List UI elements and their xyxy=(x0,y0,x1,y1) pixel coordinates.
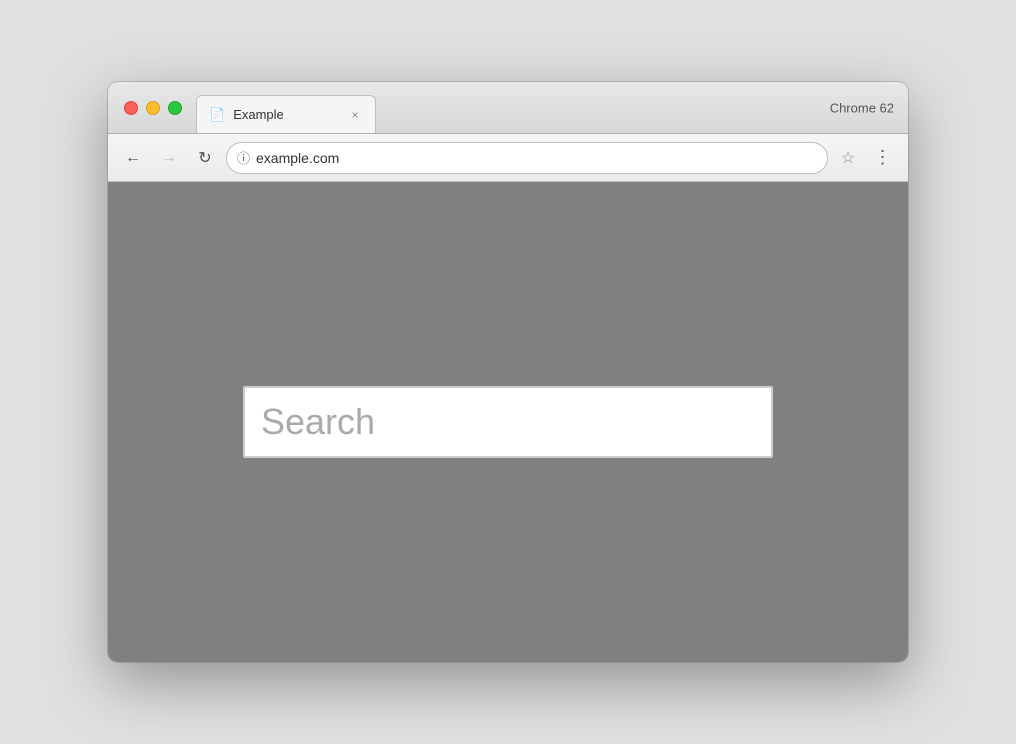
address-bar[interactable]: ⓘ xyxy=(226,142,828,174)
browser-tab[interactable]: 📄 Example × xyxy=(196,95,376,133)
toolbar: ← → ↻ ⓘ ☆ ⋮ xyxy=(108,134,908,182)
minimize-button[interactable] xyxy=(146,101,160,115)
maximize-button[interactable] xyxy=(168,101,182,115)
back-button[interactable]: ← xyxy=(118,143,148,173)
title-bar: 📄 Example × Chrome 62 xyxy=(108,82,908,134)
close-button[interactable] xyxy=(124,101,138,115)
reload-button[interactable]: ↻ xyxy=(190,143,220,173)
tab-close-button[interactable]: × xyxy=(347,107,363,123)
chrome-version-label: Chrome 62 xyxy=(830,100,894,115)
tab-icon: 📄 xyxy=(209,107,225,123)
traffic-lights xyxy=(124,101,182,115)
search-input[interactable] xyxy=(243,386,773,458)
tab-area: 📄 Example × xyxy=(196,82,898,133)
browser-window: 📄 Example × Chrome 62 ← → ↻ ⓘ ☆ ⋮ xyxy=(108,82,908,662)
menu-button[interactable]: ⋮ xyxy=(868,143,898,173)
tab-title: Example xyxy=(233,107,339,122)
forward-button[interactable]: → xyxy=(154,143,184,173)
bookmark-button[interactable]: ☆ xyxy=(834,144,862,172)
security-icon: ⓘ xyxy=(237,148,250,167)
address-input[interactable] xyxy=(256,150,817,166)
webpage-content xyxy=(108,182,908,662)
